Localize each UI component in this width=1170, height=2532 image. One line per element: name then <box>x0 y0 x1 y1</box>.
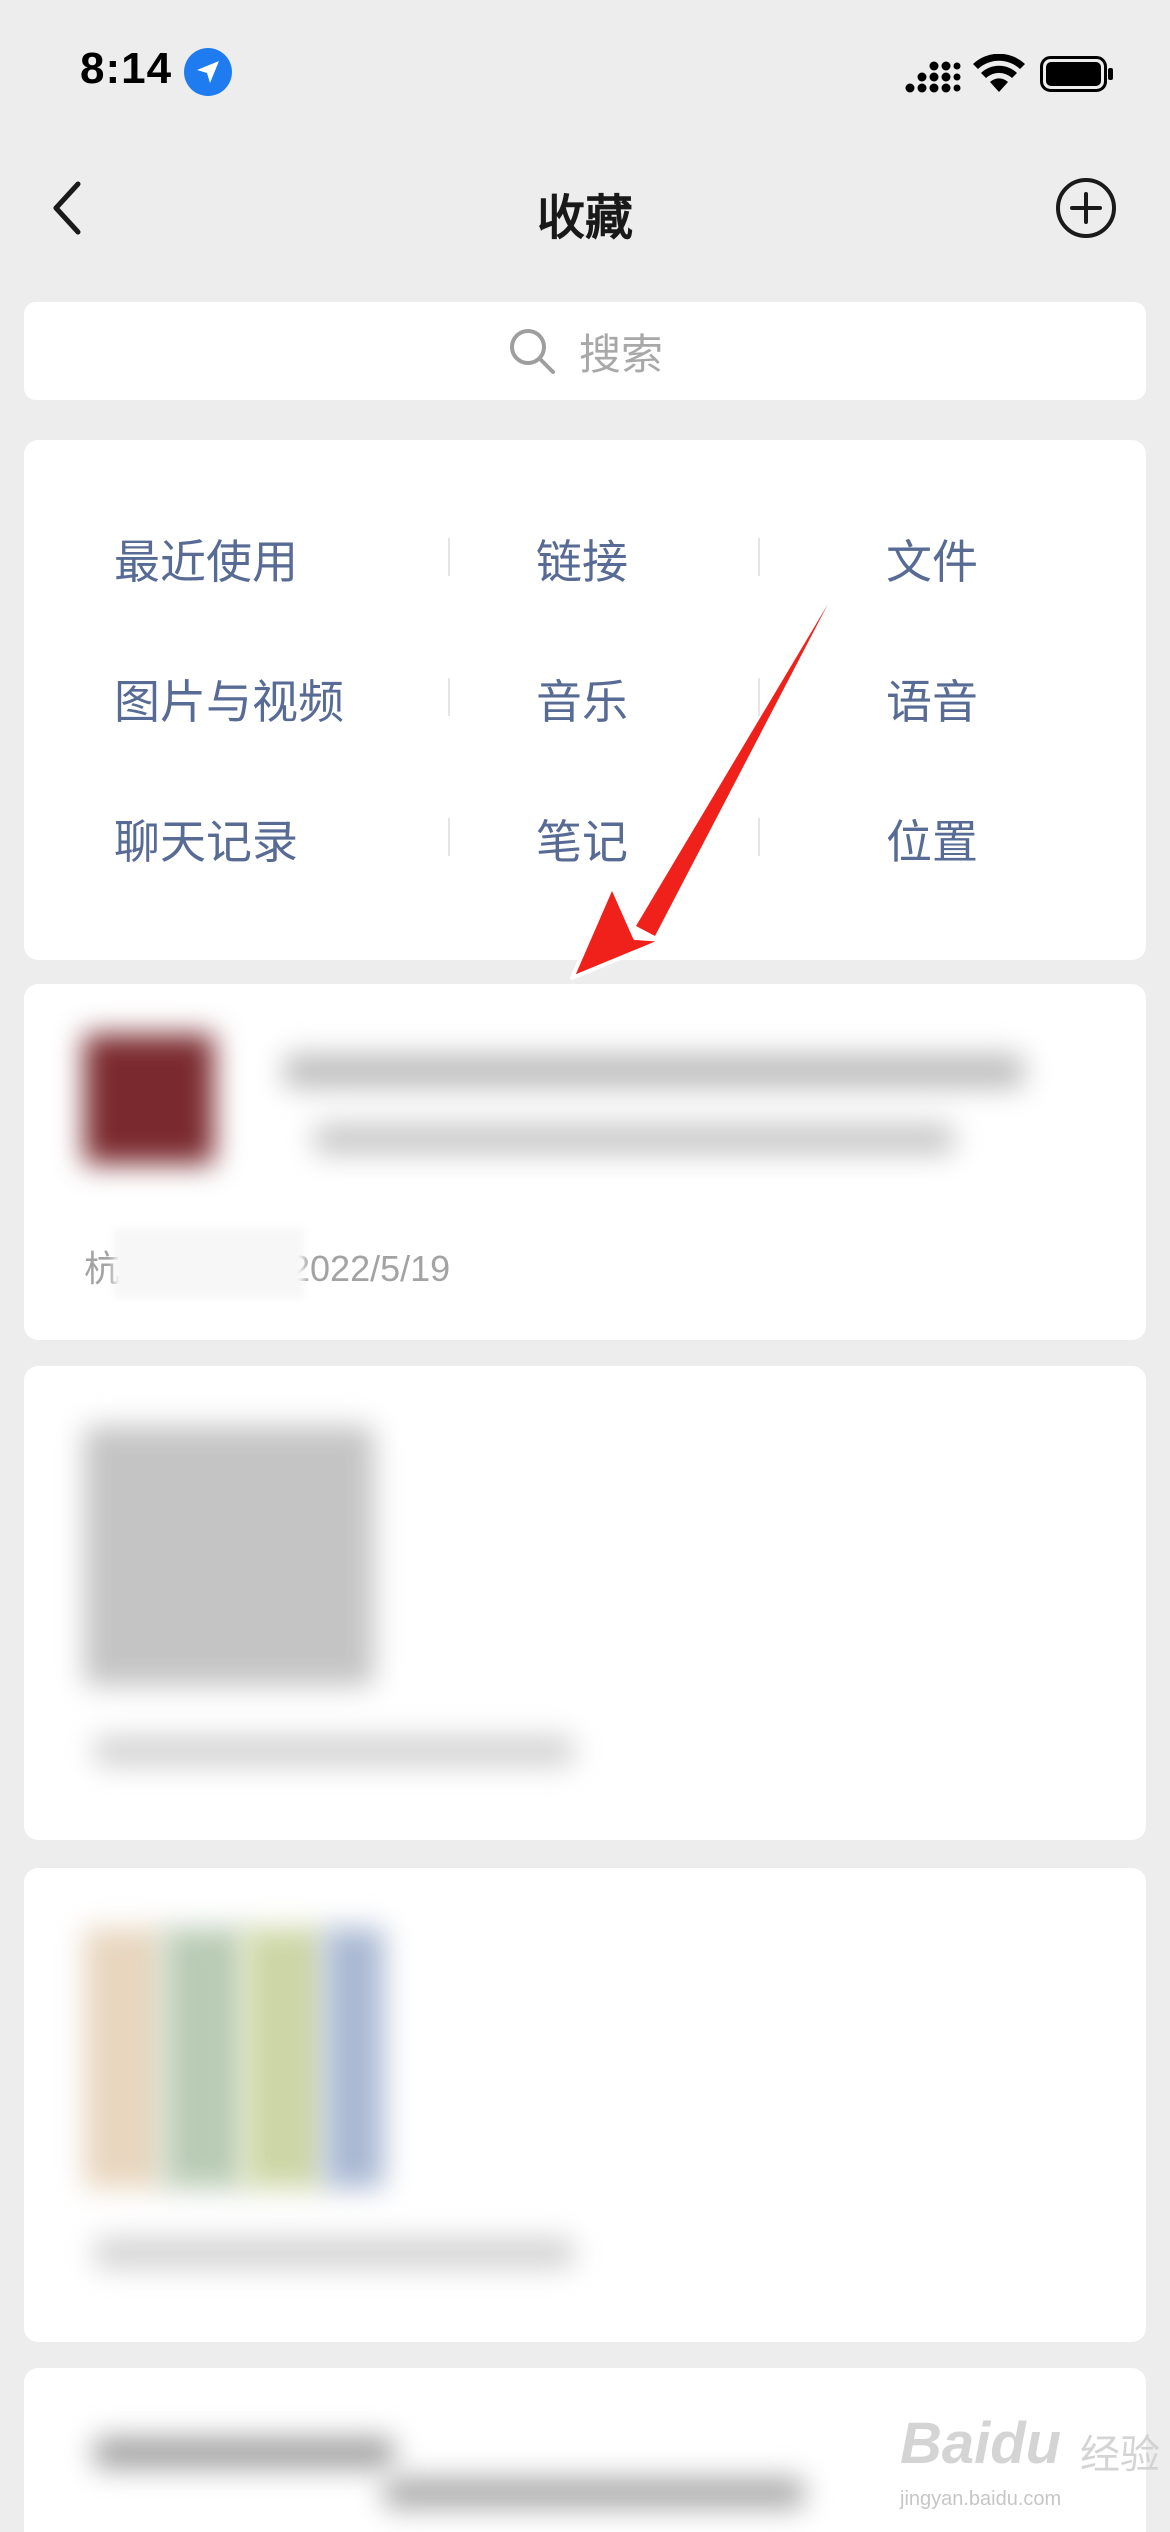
favorite-date: 2022/5/19 <box>290 1248 451 1289</box>
divider <box>448 818 450 856</box>
page-title: 收藏 <box>536 192 633 245</box>
favorite-thumbnail <box>84 1034 214 1164</box>
divider <box>448 538 450 576</box>
status-time: 8:14 <box>80 44 173 93</box>
watermark-url: jingyan.baidu.com <box>900 2488 1062 2510</box>
favorite-image-redacted <box>164 1928 244 2188</box>
favorite-item[interactable]: 杭 2022/5/19 <box>24 984 1146 1340</box>
wifi-icon <box>973 54 1025 92</box>
category-files[interactable]: 文件 <box>886 526 978 592</box>
favorite-item[interactable] <box>24 1366 1146 1840</box>
favorite-image-redacted <box>324 1928 384 2188</box>
cellular-signal-icon <box>905 61 961 93</box>
status-bar: 8:14 <box>0 0 1170 150</box>
divider <box>758 538 760 576</box>
favorite-subtitle-redacted <box>384 2478 804 2508</box>
add-circle-icon[interactable] <box>1054 176 1118 240</box>
favorite-image-redacted <box>244 1928 324 2188</box>
favorite-meta-redacted <box>94 2238 574 2268</box>
favorite-title-redacted <box>284 1054 1024 1088</box>
favorite-subtitle-redacted <box>314 1124 954 1154</box>
category-photos-videos[interactable]: 图片与视频 <box>114 666 344 732</box>
favorite-item[interactable] <box>24 1868 1146 2342</box>
battery-icon <box>1040 56 1113 92</box>
search-placeholder: 搜索 <box>578 330 663 378</box>
watermark-brand: Baidu <box>900 2411 1062 2476</box>
category-voice[interactable]: 语音 <box>886 666 978 732</box>
watermark-text: 经验 <box>1080 2433 1160 2477</box>
navigation-bar: 收藏 <box>0 150 1170 270</box>
divider <box>448 678 450 716</box>
favorite-image-redacted <box>84 1928 164 2188</box>
category-chat-history[interactable]: 聊天记录 <box>114 806 298 872</box>
category-recent[interactable]: 最近使用 <box>114 526 298 592</box>
category-links[interactable]: 链接 <box>536 526 628 592</box>
favorite-title-redacted <box>94 2438 394 2468</box>
category-location[interactable]: 位置 <box>886 806 978 872</box>
baidu-watermark: Baidu 经验 jingyan.baidu.com <box>880 2400 1160 2520</box>
favorite-image-redacted <box>84 1426 374 1686</box>
favorite-meta-redacted <box>94 1736 574 1766</box>
source-redaction <box>114 1228 304 1298</box>
red-arrow-annotation <box>570 604 828 980</box>
search-icon <box>509 329 555 374</box>
location-arrow-icon <box>184 48 232 96</box>
search-bar[interactable]: 搜索 <box>24 302 1146 400</box>
